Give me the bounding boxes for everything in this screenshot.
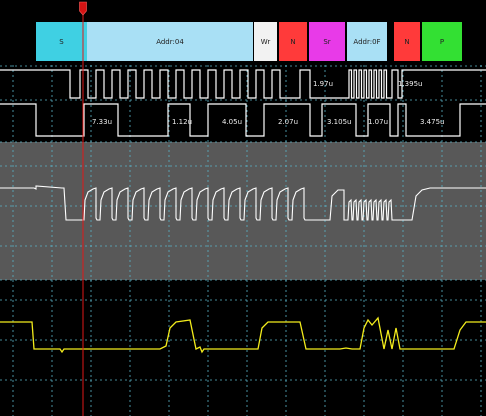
decode-segment-label: Addr:04: [156, 38, 184, 46]
decode-segment-label: N: [404, 38, 409, 46]
time-cursor-marker-icon[interactable]: [79, 1, 87, 16]
timing-label-bottom-2: 1.12u: [172, 118, 192, 126]
decode-segment-label: S: [59, 38, 64, 46]
timing-label-bottom-6: 1.07u: [368, 118, 388, 126]
analog-channel-2-trace: [0, 316, 486, 354]
decode-segment-label: Wr: [261, 38, 271, 46]
timing-label-bottom-1: 7.33u: [92, 118, 112, 126]
decode-segment-label: N: [290, 38, 295, 46]
decode-segment-label: Sr: [323, 38, 330, 46]
decode-segment-label: Addr:0F: [353, 38, 380, 46]
protocol-decode-bar[interactable]: S Addr:04 Wr N Sr Addr:0F N P: [0, 20, 486, 62]
timing-label-top-1: 1.97u: [313, 80, 333, 88]
timing-label-bottom-4: 2.07u: [278, 118, 298, 126]
timing-label-bottom-3: 4.05u: [222, 118, 242, 126]
digital-channel-sda-trace: [0, 103, 486, 137]
timing-label-bottom-7: 3.475u: [420, 118, 444, 126]
decode-segment-label: P: [440, 38, 444, 46]
logic-analyzer-display: S Addr:04 Wr N Sr Addr:0F N P 1.97u 1.395u 7.33…: [0, 1, 486, 416]
timing-label-top-2: 1.395u: [398, 80, 422, 88]
timing-label-bottom-5: 3.105u: [327, 118, 351, 126]
